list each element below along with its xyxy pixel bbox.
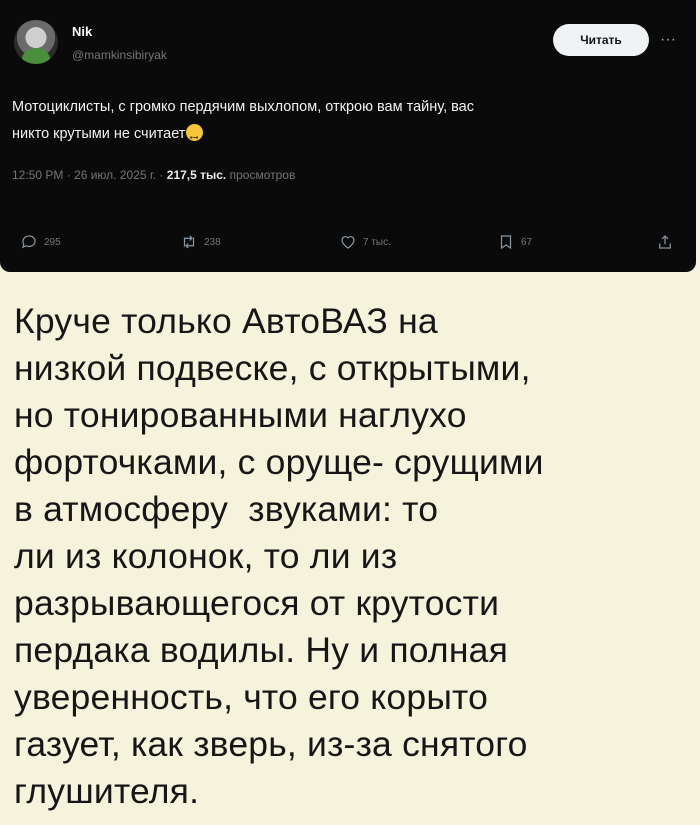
comment-text: Круче только АвтоВАЗ на низкой подвеске,… [14, 298, 694, 815]
bookmark-icon [500, 235, 512, 250]
like-count: 7 тыс. [363, 236, 391, 248]
tweet-timestamp[interactable]: 12:50 PM · 26 июл. 2025 г. · [12, 168, 167, 182]
tweet-text: Мотоциклисты, с громко пердячим выхлопом… [12, 94, 692, 152]
tweet-text-line-1: Мотоциклисты, с громко пердячим выхлопом… [12, 99, 474, 115]
reply-button[interactable]: 295 [20, 233, 61, 251]
comment-line: но тонированными наглухо [14, 395, 467, 435]
comment-line: низкой подвеске, с открытыми, [14, 348, 531, 388]
user-handle[interactable]: @mamkinsibiryak [72, 48, 167, 62]
tweet-text-line-2: никто крутыми не считает [12, 126, 186, 142]
repost-icon [183, 235, 195, 249]
smiling-face-emoji-icon [186, 124, 204, 152]
share-icon [659, 235, 671, 249]
comment-line: ли из колонок, то ли из [14, 536, 398, 576]
comment-line: глушителя. [14, 771, 200, 811]
reply-count: 295 [44, 236, 61, 248]
comment-line: форточками, с оруще- срущими [14, 442, 544, 482]
comment-line: Круче только АвтоВАЗ на [14, 301, 438, 341]
repost-count: 238 [204, 236, 221, 248]
tweet-actions-bar: 295 238 7 тыс. 67 [0, 233, 696, 253]
user-avatar[interactable] [14, 20, 58, 64]
share-button[interactable] [656, 233, 674, 251]
bookmark-button[interactable]: 67 [497, 233, 532, 251]
tweet-meta: 12:50 PM · 26 июл. 2025 г. · 217,5 тыс. … [12, 168, 295, 182]
embedded-tweet-screenshot: Nik @mamkinsibiryak Читать ··· Мотоцикли… [0, 0, 696, 272]
more-options-icon[interactable]: ··· [656, 30, 680, 50]
follow-button[interactable]: Читать [553, 24, 649, 56]
comment-line: в атмосферу звуками: то [14, 489, 439, 529]
repost-button[interactable]: 238 [180, 233, 221, 251]
comment-line: пердака водилы. Ну и полная [14, 630, 509, 670]
view-count-label: просмотров [226, 168, 296, 182]
comment-line: разрывающегося от крутости [14, 583, 500, 623]
reply-icon [22, 235, 36, 249]
comment-line: уверенность, что его корыто [14, 677, 489, 717]
like-icon [341, 236, 355, 249]
like-button[interactable]: 7 тыс. [339, 233, 391, 251]
display-name[interactable]: Nik [72, 24, 92, 39]
view-count: 217,5 тыс. [166, 168, 227, 182]
bookmark-count: 67 [521, 236, 533, 248]
comment-line: газует, как зверь, из-за снятого [14, 724, 528, 764]
